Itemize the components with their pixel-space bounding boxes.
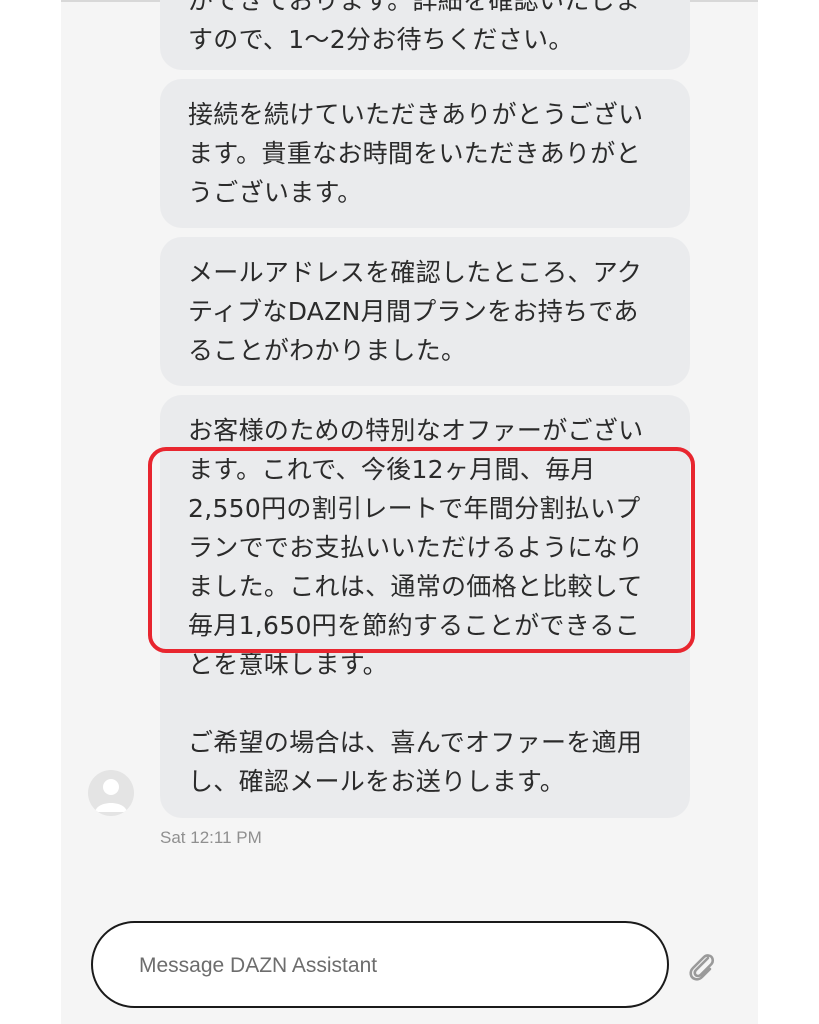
message-timestamp: Sat 12:11 PM — [160, 828, 262, 847]
assistant-avatar-icon — [88, 770, 134, 816]
chat-screen: ができております。詳細を確認いたしま すので、1～2分お待ちください。 接続を続… — [61, 0, 758, 1024]
message-bubble: 接続を続けていただきありがとうござい ます。貴重なお時間をいただきありがと うご… — [160, 79, 690, 228]
message-bubble: メールアドレスを確認したところ、アク ティブなDAZN月間プランをお持ちであ る… — [160, 237, 690, 386]
message-composer[interactable] — [91, 921, 669, 1008]
message-bubble: ができております。詳細を確認いたしま すので、1～2分お待ちください。 — [160, 0, 690, 70]
message-input[interactable] — [137, 945, 621, 987]
screenshot-frame: ができております。詳細を確認いたしま すので、1～2分お待ちください。 接続を続… — [0, 0, 819, 1024]
paperclip-icon[interactable] — [681, 946, 721, 986]
message-bubble: お客様のための特別なオファーがござい ます。これで、今後12ヶ月間、毎月 2,5… — [160, 395, 690, 818]
